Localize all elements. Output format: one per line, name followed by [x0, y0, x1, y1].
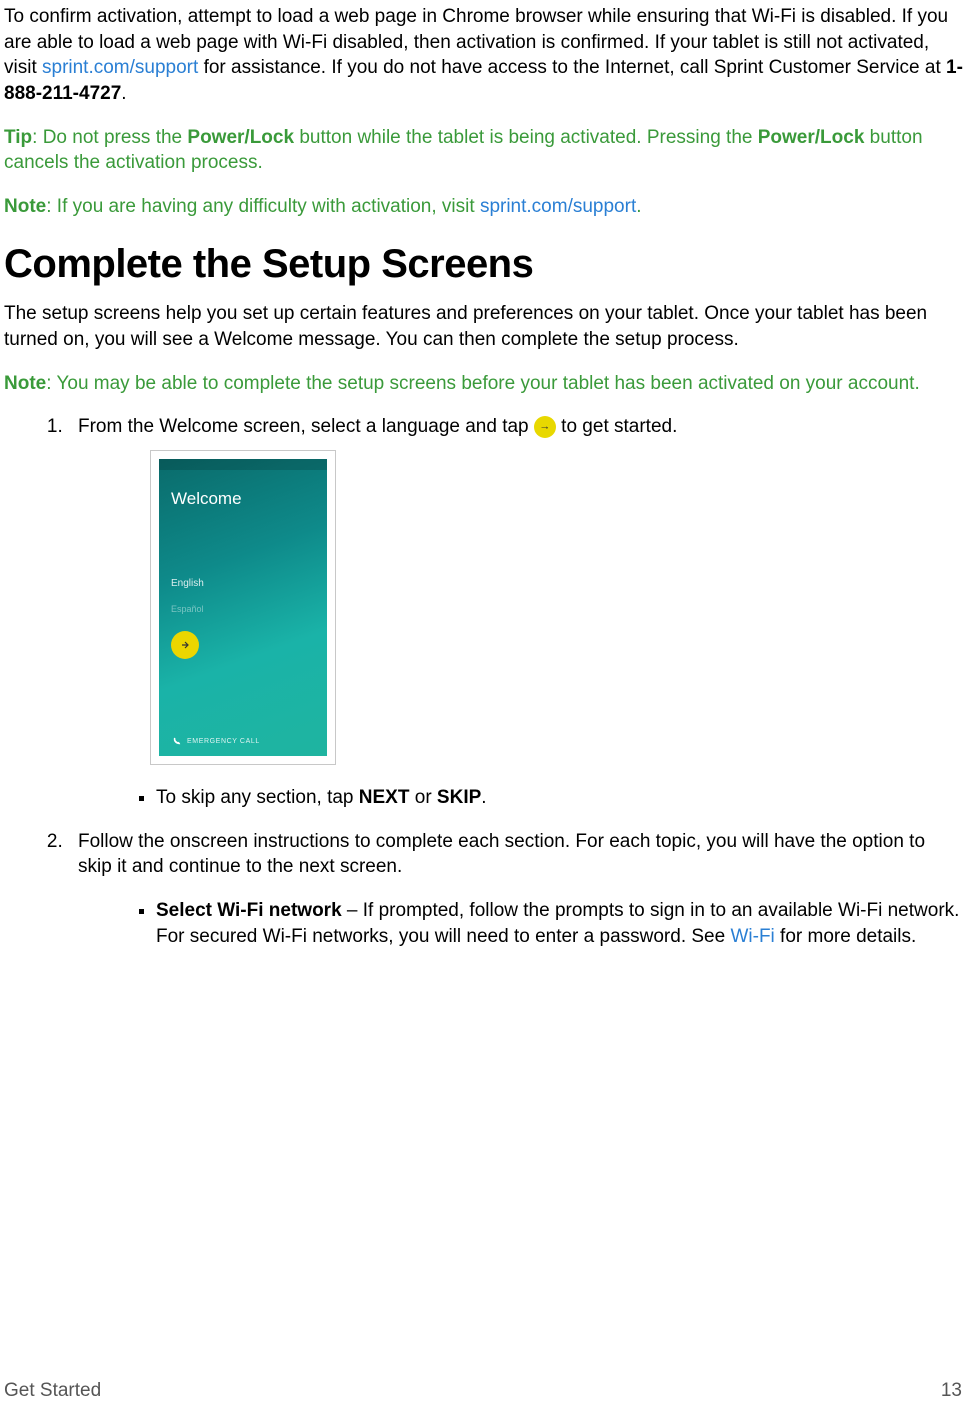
support-link[interactable]: sprint.com/support — [42, 57, 198, 78]
wifi-bullet: Select Wi-Fi network – If prompted, foll… — [156, 898, 964, 949]
power-lock-2: Power/Lock — [758, 127, 865, 148]
text: button while the tablet is being activat… — [294, 127, 758, 148]
status-bar — [159, 459, 327, 470]
text: . — [121, 83, 126, 104]
language-list: English Español — [171, 577, 204, 627]
emergency-label: EMERGENCY CALL — [187, 737, 260, 746]
welcome-title: Welcome — [159, 470, 327, 517]
text: or — [409, 787, 436, 808]
text: : If you are having any difficulty with … — [46, 196, 480, 217]
text: for assistance. If you do not have acces… — [198, 57, 946, 78]
support-link-2[interactable]: sprint.com/support — [480, 196, 636, 217]
text: : You may be able to complete the setup … — [46, 373, 920, 394]
heading-complete-setup: Complete the Setup Screens — [4, 237, 964, 291]
lang-espanol: Español — [171, 603, 204, 615]
note-paragraph-2: Note: You may be able to complete the se… — [4, 371, 964, 397]
skip-label: SKIP — [437, 787, 481, 808]
next-label: NEXT — [359, 787, 410, 808]
page-footer: Get Started 13 — [4, 1378, 962, 1404]
phone-mockup: Welcome English Español EMERGENCY CALL — [150, 450, 336, 765]
intro-paragraph: The setup screens help you set up certai… — [4, 301, 964, 352]
text: to get started. — [556, 416, 677, 437]
wifi-title: Select Wi-Fi network — [156, 900, 342, 921]
tip-label: Tip — [4, 127, 32, 148]
lang-english: English — [171, 577, 204, 591]
note-label: Note — [4, 196, 46, 217]
wifi-link[interactable]: Wi-Fi — [730, 926, 774, 947]
arrow-circle-icon — [534, 416, 556, 438]
power-lock-1: Power/Lock — [187, 127, 294, 148]
start-button — [171, 631, 199, 659]
text: Follow the onscreen instructions to comp… — [78, 831, 925, 878]
activation-confirm-paragraph: To confirm activation, attempt to load a… — [4, 4, 964, 107]
text: . — [636, 196, 641, 217]
note-label: Note — [4, 373, 46, 394]
step-2: Follow the onscreen instructions to comp… — [68, 829, 964, 950]
footer-section: Get Started — [4, 1378, 101, 1404]
tip-paragraph: Tip: Do not press the Power/Lock button … — [4, 125, 964, 176]
step-1: From the Welcome screen, select a langua… — [68, 414, 964, 810]
text: for more details. — [775, 926, 917, 947]
note-paragraph-1: Note: If you are having any difficulty w… — [4, 194, 964, 220]
skip-bullet: To skip any section, tap NEXT or SKIP. — [156, 785, 964, 811]
text: From the Welcome screen, select a langua… — [78, 416, 534, 437]
text: . — [481, 787, 486, 808]
phone-icon — [173, 737, 181, 745]
footer-page-number: 13 — [941, 1378, 962, 1404]
emergency-call: EMERGENCY CALL — [173, 737, 260, 746]
text: To skip any section, tap — [156, 787, 359, 808]
phone-screen: Welcome English Español EMERGENCY CALL — [159, 459, 327, 756]
arrow-right-icon — [180, 640, 190, 650]
text: : Do not press the — [32, 127, 187, 148]
